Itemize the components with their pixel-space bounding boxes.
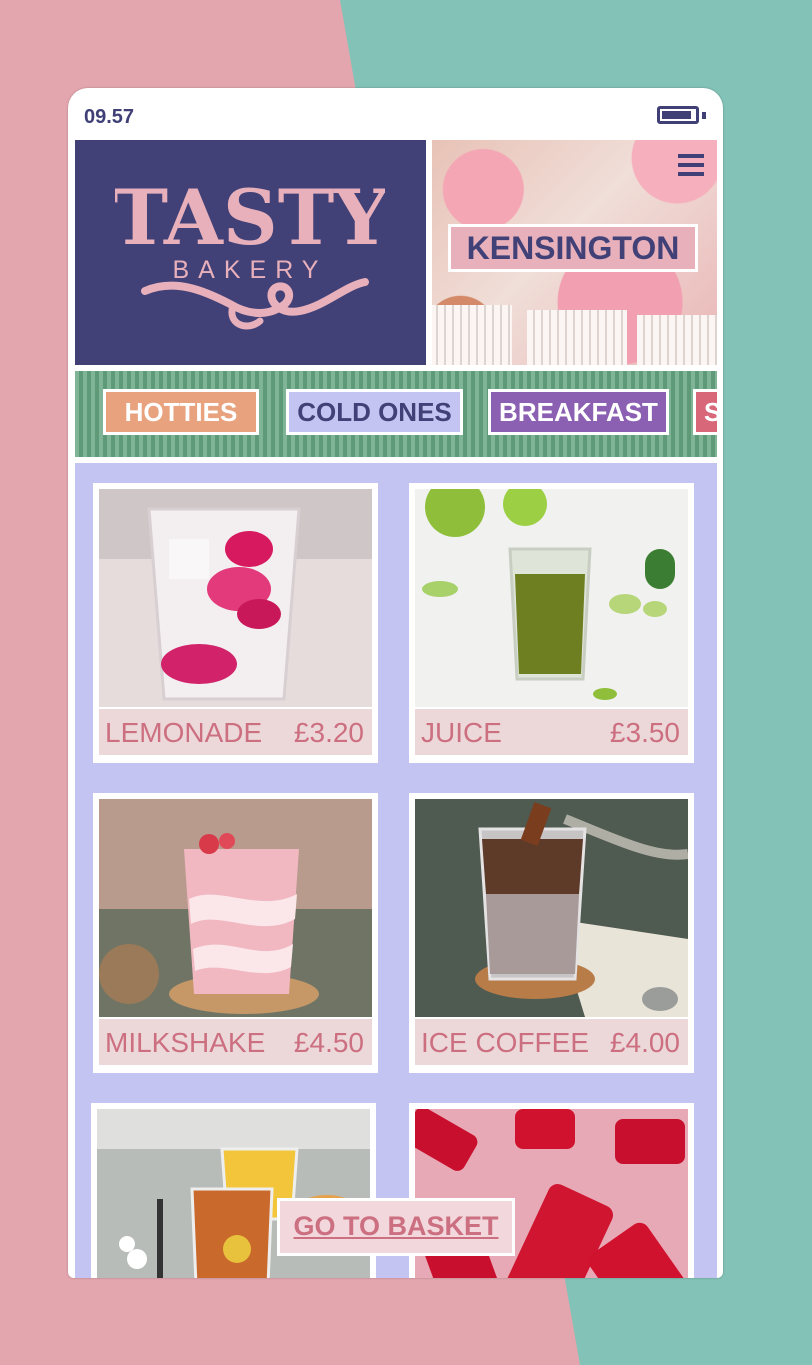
- product-price: £4.00: [609, 1027, 680, 1058]
- tab-hotties[interactable]: HOTTIES: [103, 389, 259, 435]
- lemonade-image: [99, 489, 372, 707]
- tasty-bakery-logo: TASTY BAKERY: [115, 173, 385, 330]
- tab-cold-ones[interactable]: COLD ONES: [286, 389, 463, 435]
- product-caption: MILKSHAKE £4.50: [99, 1019, 372, 1065]
- cupcake-liner: [432, 305, 512, 365]
- battery-icon: [657, 106, 699, 124]
- product-name: JUICE: [421, 717, 502, 748]
- product-name: LEMONADE: [105, 717, 263, 748]
- milkshake-image: [99, 799, 372, 1017]
- tab-partial[interactable]: S: [693, 389, 717, 435]
- cupcake-liner: [637, 315, 717, 365]
- status-time: 09.57: [84, 106, 135, 128]
- product-card-milkshake[interactable]: MILKSHAKE £4.50: [93, 793, 378, 1073]
- tab-breakfast[interactable]: BREAKFAST: [488, 389, 669, 435]
- product-price: £3.20: [293, 717, 364, 748]
- brand-logo[interactable]: TASTY BAKERY: [75, 140, 426, 365]
- juice-image: [415, 489, 688, 707]
- cupcake-liner: [527, 310, 627, 365]
- product-name: ICE COFFEE: [421, 1027, 590, 1058]
- product-card-ice-coffee[interactable]: ICE COFFEE £4.00: [409, 793, 694, 1073]
- product-name: MILKSHAKE: [105, 1027, 266, 1058]
- product-caption: JUICE £3.50: [415, 709, 688, 755]
- battery-tip: [702, 112, 706, 119]
- category-tabs: HOTTIES COLD ONES BREAKFAST S: [75, 371, 717, 457]
- brand-name-line1: TASTY: [115, 173, 385, 262]
- location-label[interactable]: KENSINGTON: [448, 224, 698, 272]
- product-grid: LEMONADE £3.20 JUICE £3.50 MILKSHAKE £4.…: [75, 463, 717, 1278]
- hamburger-menu-icon[interactable]: [678, 154, 704, 176]
- phone-frame: 09.57 TASTY BAKERY KENSINGTON HOTTIES CO…: [68, 88, 723, 1278]
- product-caption: LEMONADE £3.20: [99, 709, 372, 755]
- ice-coffee-image: [415, 799, 688, 1017]
- product-caption: ICE COFFEE £4.00: [415, 1019, 688, 1065]
- brand-name-line2: BAKERY: [173, 256, 328, 284]
- product-price: £4.50: [293, 1027, 364, 1058]
- product-card-lemonade[interactable]: LEMONADE £3.20: [93, 483, 378, 763]
- product-price: £3.50: [609, 717, 680, 748]
- product-card-juice[interactable]: JUICE £3.50: [409, 483, 694, 763]
- go-to-basket-button[interactable]: GO TO BASKET: [277, 1198, 515, 1256]
